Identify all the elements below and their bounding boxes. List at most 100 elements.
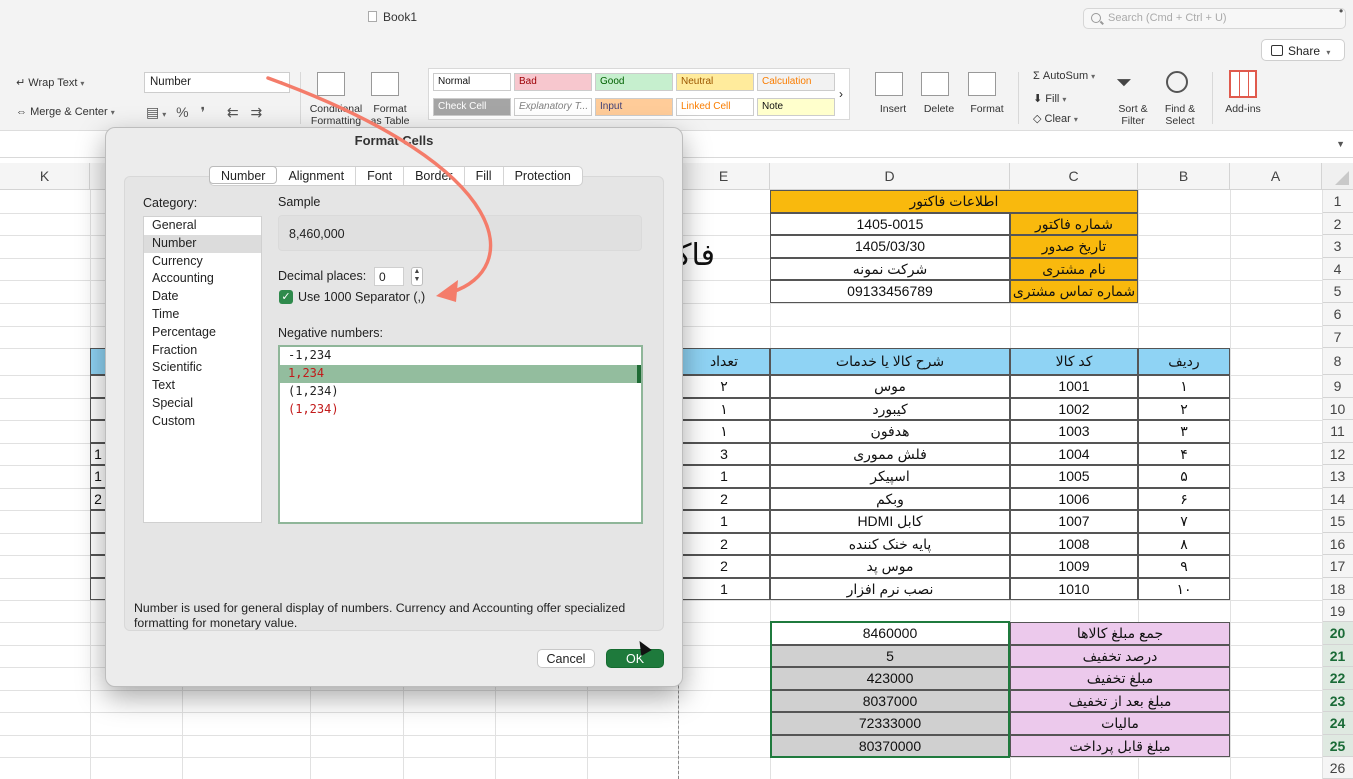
- item-desc-cell[interactable]: هدفون: [770, 420, 1010, 443]
- category-special[interactable]: Special: [144, 395, 261, 413]
- style-input[interactable]: Input: [595, 98, 673, 116]
- select-all-corner[interactable]: [1322, 163, 1353, 190]
- negative-option-parens[interactable]: (1,234): [280, 383, 641, 401]
- use-1000-separator-checkbox[interactable]: ✓: [279, 290, 293, 304]
- cancel-button[interactable]: Cancel: [537, 649, 595, 668]
- expand-formula-icon[interactable]: ▼: [1336, 139, 1345, 149]
- add-ins-icon[interactable]: [1229, 70, 1257, 98]
- item-code-cell[interactable]: 1008: [1010, 533, 1138, 555]
- item-code-cell[interactable]: 1002: [1010, 398, 1138, 420]
- item-code-cell[interactable]: 1010: [1010, 578, 1138, 600]
- row-header[interactable]: 21: [1322, 645, 1353, 667]
- item-qty-cell[interactable]: 2: [678, 555, 770, 578]
- style-calculation[interactable]: Calculation: [757, 73, 835, 91]
- table-header-code[interactable]: کد کالا: [1010, 348, 1138, 375]
- category-custom[interactable]: Custom: [144, 413, 261, 431]
- item-code-cell[interactable]: 1003: [1010, 420, 1138, 443]
- summary-label[interactable]: مالیات: [1010, 712, 1230, 735]
- find-select-button[interactable]: Find & Select: [1157, 103, 1203, 127]
- item-desc-cell[interactable]: اسپیکر: [770, 465, 1010, 488]
- row-header[interactable]: 9: [1322, 375, 1353, 398]
- tab-protection[interactable]: Protection: [504, 167, 582, 185]
- item-left-partial[interactable]: [90, 555, 106, 578]
- item-qty-cell[interactable]: ۲: [678, 375, 770, 398]
- item-code-cell[interactable]: 1006: [1010, 488, 1138, 510]
- item-row-cell[interactable]: ۲: [1138, 398, 1230, 420]
- item-desc-cell[interactable]: کیبورد: [770, 398, 1010, 420]
- item-left-partial[interactable]: [90, 375, 106, 398]
- table-header-left-partial[interactable]: [90, 348, 106, 375]
- left-partial-value[interactable]: 2: [90, 488, 106, 510]
- item-qty-cell[interactable]: 3: [678, 443, 770, 465]
- row-header[interactable]: 8: [1322, 348, 1353, 375]
- column-header-a[interactable]: A: [1230, 163, 1322, 190]
- item-row-cell[interactable]: ۸: [1138, 533, 1230, 555]
- item-row-cell[interactable]: ۹: [1138, 555, 1230, 578]
- sort-filter-button[interactable]: Sort & Filter: [1110, 103, 1156, 127]
- column-header-c[interactable]: C: [1010, 163, 1138, 190]
- style-note[interactable]: Note: [757, 98, 835, 116]
- category-text[interactable]: Text: [144, 377, 261, 395]
- fill-button[interactable]: ⬇ Fill ▾: [1033, 92, 1066, 105]
- delete-button[interactable]: Delete: [916, 103, 962, 115]
- summary-value[interactable]: 80370000: [770, 735, 1010, 757]
- item-qty-cell[interactable]: 1: [678, 510, 770, 533]
- number-format-select[interactable]: Number: [144, 72, 290, 93]
- conditional-formatting-button[interactable]: Conditional Formatting: [306, 103, 366, 127]
- item-left-partial[interactable]: [90, 420, 106, 443]
- invoice-info-value[interactable]: شرکت نمونه: [770, 258, 1010, 280]
- summary-label[interactable]: مبلغ قابل پرداخت: [1010, 735, 1230, 757]
- negative-option-red[interactable]: 1,234: [280, 365, 641, 383]
- item-left-partial[interactable]: [90, 533, 106, 555]
- add-ins-button[interactable]: Add-ins: [1220, 103, 1266, 115]
- row-header[interactable]: 4: [1322, 258, 1353, 280]
- style-normal[interactable]: Normal: [433, 73, 511, 91]
- row-header[interactable]: 2: [1322, 213, 1353, 235]
- summary-label[interactable]: مبلغ بعد از تخفیف: [1010, 690, 1230, 712]
- column-header-d[interactable]: D: [770, 163, 1010, 190]
- invoice-info-value[interactable]: 1405-0015: [770, 213, 1010, 235]
- percent-icon[interactable]: %: [176, 104, 188, 120]
- category-currency[interactable]: Currency: [144, 253, 261, 271]
- row-header[interactable]: 24: [1322, 712, 1353, 735]
- category-percentage[interactable]: Percentage: [144, 324, 261, 342]
- summary-value[interactable]: 8460000: [770, 622, 1010, 645]
- style-explanatory[interactable]: Explanatory T...: [514, 98, 592, 116]
- row-header[interactable]: 15: [1322, 510, 1353, 533]
- category-time[interactable]: Time: [144, 306, 261, 324]
- item-qty-cell[interactable]: ۱: [678, 398, 770, 420]
- tab-alignment[interactable]: Alignment: [277, 167, 357, 185]
- item-qty-cell[interactable]: 2: [678, 533, 770, 555]
- summary-label[interactable]: درصد تخفیف: [1010, 645, 1230, 667]
- row-header[interactable]: 23: [1322, 690, 1353, 712]
- table-header-qty[interactable]: تعداد: [678, 348, 770, 375]
- item-code-cell[interactable]: 1009: [1010, 555, 1138, 578]
- row-header[interactable]: 10: [1322, 398, 1353, 420]
- tab-font[interactable]: Font: [356, 167, 405, 185]
- item-desc-cell[interactable]: موس: [770, 375, 1010, 398]
- invoice-info-label[interactable]: تاریخ صدور: [1010, 235, 1138, 258]
- invoice-info-label[interactable]: نام مشتری: [1010, 258, 1138, 280]
- delete-icon[interactable]: [921, 72, 949, 96]
- item-qty-cell[interactable]: 2: [678, 488, 770, 510]
- negative-option-red-parens[interactable]: (1,234): [280, 401, 641, 419]
- more-icon[interactable]: •: [1339, 4, 1343, 18]
- decimal-places-stepper[interactable]: ▲ ▼: [411, 267, 423, 286]
- row-header[interactable]: 17: [1322, 555, 1353, 578]
- row-header[interactable]: 26: [1322, 757, 1353, 779]
- row-header[interactable]: 5: [1322, 280, 1353, 303]
- share-button[interactable]: Share ▾: [1261, 39, 1345, 61]
- format-as-table-icon[interactable]: [371, 72, 399, 96]
- tab-fill[interactable]: Fill: [465, 167, 504, 185]
- sort-filter-icon[interactable]: ⏷: [1116, 72, 1132, 95]
- item-row-cell[interactable]: ۶: [1138, 488, 1230, 510]
- style-good[interactable]: Good: [595, 73, 673, 91]
- column-header-k[interactable]: K: [0, 163, 90, 190]
- item-qty-cell[interactable]: ۱: [678, 420, 770, 443]
- summary-label[interactable]: جمع مبلغ کالاها: [1010, 622, 1230, 645]
- decrease-decimal-icon[interactable]: ⇉: [251, 104, 263, 120]
- conditional-formatting-icon[interactable]: [317, 72, 345, 96]
- tab-number[interactable]: Number: [209, 166, 278, 184]
- item-code-cell[interactable]: 1001: [1010, 375, 1138, 398]
- currency-icon[interactable]: ▤: [146, 104, 159, 120]
